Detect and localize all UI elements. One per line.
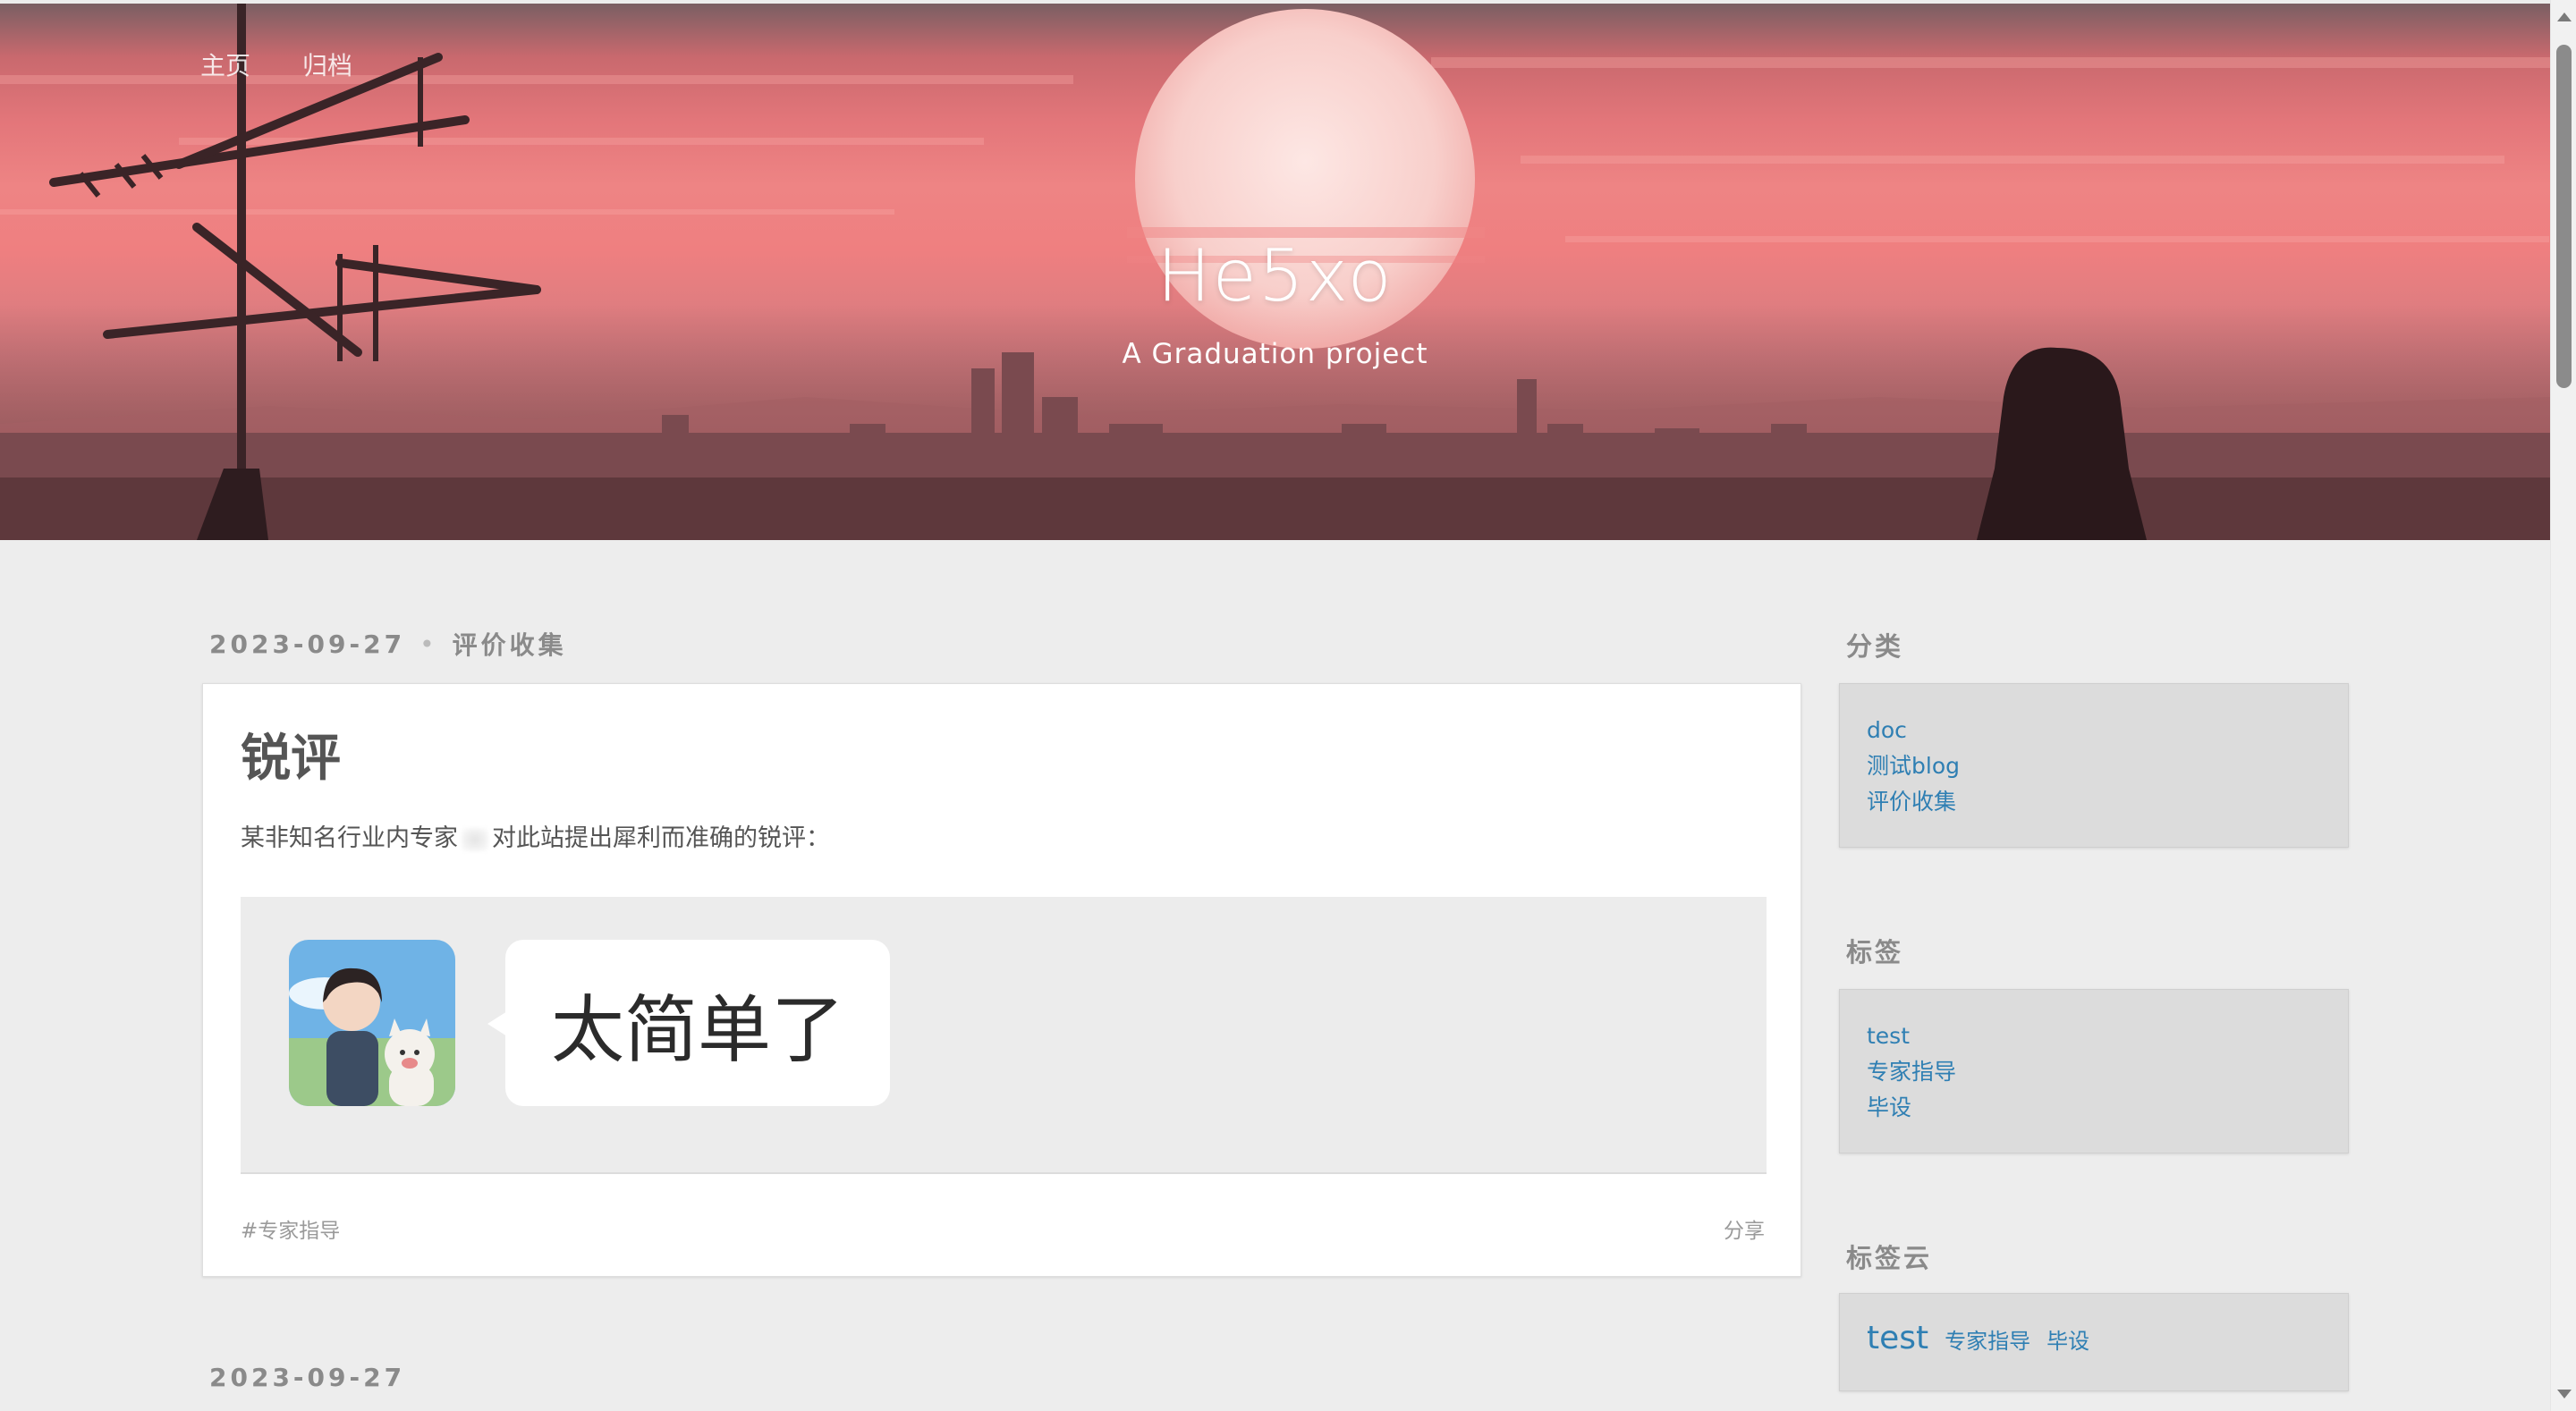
scroll-up-arrow-icon[interactable] [2557,13,2572,21]
site-title[interactable]: He5xo [0,234,2550,317]
nav-archive-link[interactable]: 归档 [302,46,352,82]
tag-link-test[interactable]: test [1867,1018,2321,1054]
category-link-reviews[interactable]: 评价收集 [1867,784,2321,820]
category-link-test-blog[interactable]: 测试blog [1867,748,2321,784]
tag-cloud: test 专家指导 毕设 [1867,1321,2321,1359]
post-excerpt: 某非知名行业内专家 对此站提出犀利而准确的锐评： [241,818,830,853]
post-date[interactable]: 2023-09-27 [209,629,405,659]
blurred-name [462,827,488,851]
tags-title: 标签 [1846,937,1904,967]
header-banner: 主页 归档 He5xo A Graduation project [0,4,2550,540]
tagcloud-title: 标签云 [1846,1243,1933,1273]
share-link[interactable]: 分享 [1724,1213,1765,1244]
post-tag-link[interactable]: #专家指导 [241,1213,340,1244]
tags-widget: test 专家指导 毕设 [1839,989,2349,1153]
scroll-down-arrow-icon[interactable] [2557,1390,2572,1398]
next-post-date[interactable]: 2023-09-27 [209,1363,405,1392]
cloud-tag-expert[interactable]: 专家指导 [1945,1323,2030,1359]
category-link-doc[interactable]: doc [1867,713,2321,748]
meta-separator: • [419,629,438,659]
cloud-tag-test[interactable]: test [1867,1321,1928,1356]
post-title[interactable]: 锐评 [241,718,341,790]
tagcloud-widget: test 专家指导 毕设 [1839,1293,2349,1391]
vertical-scrollbar[interactable] [2550,0,2576,1411]
site-subtitle: A Graduation project [1122,338,1428,370]
post-card: 锐评 某非知名行业内专家 对此站提出犀利而准确的锐评： 太简单了 #专家指导 分享 [202,683,1801,1277]
categories-widget: doc 测试blog 评价收集 [1839,683,2349,848]
scrollbar-thumb[interactable] [2556,45,2572,388]
nav-home-link[interactable]: 主页 [200,46,250,82]
post-meta: 2023-09-27 • 评价收集 [209,626,567,662]
categories-title: 分类 [1846,631,1904,662]
post-image: 太简单了 [241,897,1767,1174]
post-text-after: 对此站提出犀利而准确的锐评： [492,824,830,852]
post-text-before: 某非知名行业内专家 [241,824,458,852]
tag-link-graduation[interactable]: 毕设 [1867,1090,2321,1126]
post-category[interactable]: 评价收集 [453,626,567,662]
top-nav: 主页 归档 [200,46,352,82]
cloud-tag-graduation[interactable]: 毕设 [2046,1323,2089,1359]
avatar [289,940,455,1106]
speech-bubble: 太简单了 [487,940,890,1106]
tag-link-expert[interactable]: 专家指导 [1867,1054,2321,1090]
